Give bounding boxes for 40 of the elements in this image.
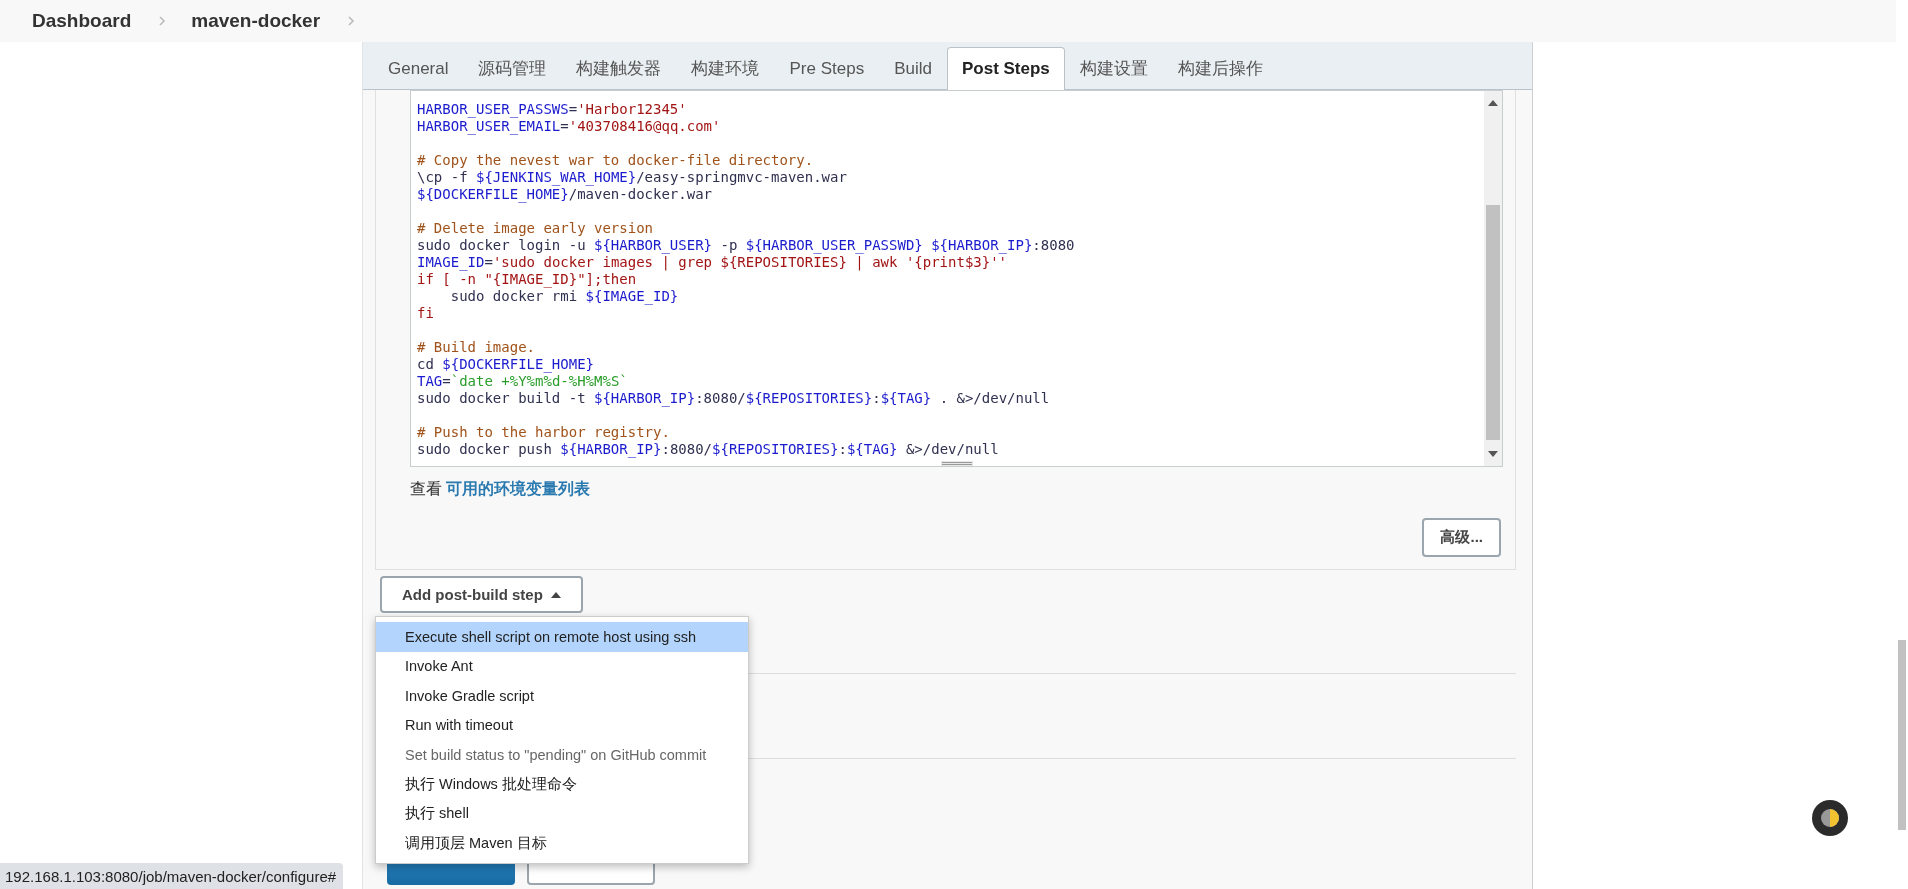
tab[interactable]: 构建设置: [1064, 47, 1163, 89]
code-line: IMAGE_ID='sudo docker images | grep ${REPOSITORIES} | awk '{print$3}'': [417, 254, 1009, 271]
menu-item[interactable]: Execute shell script on remote host using ssh: [376, 622, 748, 652]
code-line: sudo docker rmi ${IMAGE_ID}: [449, 288, 680, 305]
menu-item[interactable]: 调用顶层 Maven 目标: [376, 828, 748, 858]
tab[interactable]: General: [373, 47, 464, 89]
menu-item[interactable]: Invoke Gradle script: [376, 681, 748, 711]
tab[interactable]: 源码管理: [463, 47, 562, 89]
add-step-button[interactable]: Add post-build step: [380, 576, 583, 613]
menu-item[interactable]: Invoke Ant: [376, 651, 748, 681]
code-line: sudo docker push ${HARBOR_IP}:8080/${REPOSITORIES}:${TAG} &>/dev/null: [417, 441, 1000, 458]
code-line: # Push to the harbor registry.: [417, 424, 671, 441]
menu-item[interactable]: 执行 shell: [376, 799, 748, 829]
code-line: fi: [417, 305, 435, 322]
code-line: # Build image.: [417, 339, 536, 356]
env-hint-text: 查看 可用的环境变量列表: [410, 479, 592, 499]
tab[interactable]: 构建环境: [676, 47, 775, 89]
advanced-button[interactable]: 高级...: [1422, 518, 1501, 557]
tab[interactable]: Pre Steps: [774, 47, 880, 89]
menu-item[interactable]: Run with timeout: [376, 710, 748, 740]
status-url: 192.168.1.103:8080/job/maven-docker/configure#: [0, 863, 344, 889]
tab[interactable]: 构建后操作: [1162, 47, 1278, 89]
code-line: TAG=`date +%Y%m%d-%H%M%S`: [417, 373, 629, 390]
tab[interactable]: Build: [879, 47, 947, 89]
tab[interactable]: Post Steps: [946, 47, 1065, 90]
tab[interactable]: 构建触发器: [561, 47, 677, 89]
code-line: # Delete image early version: [417, 220, 654, 237]
menu-item[interactable]: 执行 Windows 批处理命令: [376, 769, 748, 799]
code-line: HARBOR_USER_PASSWS='Harbor12345': [417, 101, 688, 118]
code-line: sudo docker login -u ${HARBOR_USER} -p ${HARBOR_USER_PASSWD} ${HARBOR_IP}:8080: [417, 237, 1076, 254]
code-line: # Copy the nevest war to docker-file directory.: [417, 152, 815, 169]
code-line: cd ${DOCKERFILE_HOME}: [417, 356, 595, 373]
code-line: ${DOCKERFILE_HOME}/maven-docker.war: [417, 186, 713, 203]
code-line: if [ -n "{IMAGE_ID}"];then: [417, 271, 638, 288]
env-vars-link[interactable]: 可用的环境变量列表: [446, 480, 591, 497]
code-line: sudo docker build -t ${HARBOR_IP}:8080/${REPOSITORIES}:${TAG} . &>/dev/null: [417, 390, 1051, 407]
breadcrumb-link[interactable]: Dashboard: [32, 10, 132, 32]
code-line: \cp -f ${JENKINS_WAR_HOME}/easy-springmvc-maven.war: [417, 169, 848, 186]
code-line: HARBOR_USER_EMAIL='403708416@qq.com': [417, 118, 722, 135]
breadcrumb-link[interactable]: maven-docker: [191, 10, 321, 32]
